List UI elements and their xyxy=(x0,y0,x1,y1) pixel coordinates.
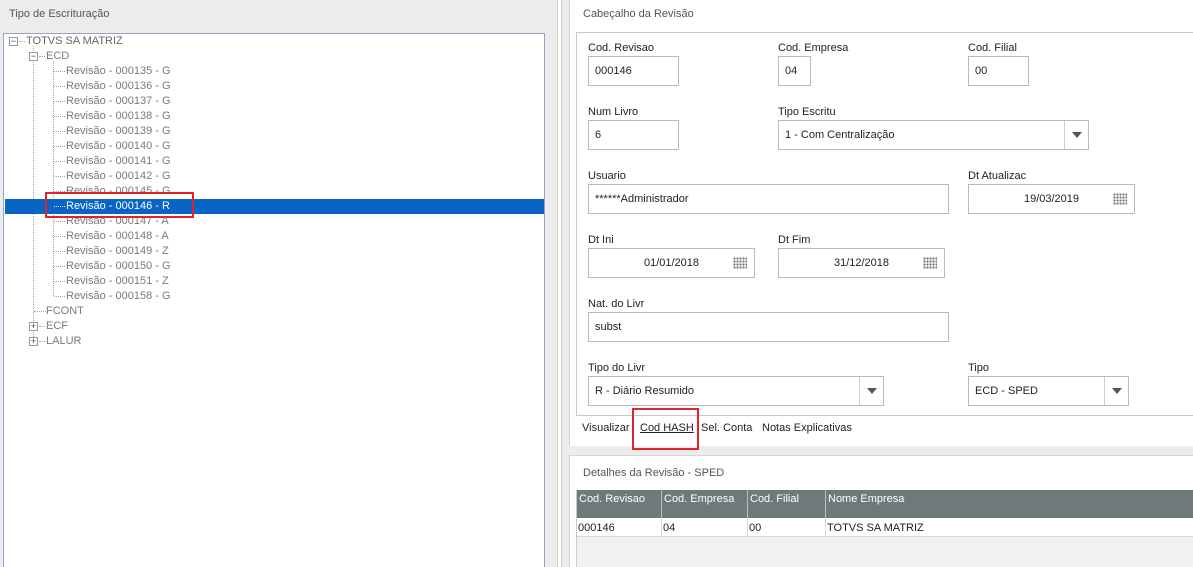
table-cell: 00 xyxy=(748,518,826,537)
tipo-select[interactable]: ECD - SPED xyxy=(968,376,1129,406)
dt-atualizac-value: 19/03/2019 xyxy=(1023,193,1080,205)
calendar-icon[interactable] xyxy=(733,257,747,269)
expand-icon[interactable]: + xyxy=(29,337,38,346)
tree-item-revision[interactable]: Revisão - 000150 - G xyxy=(66,259,171,274)
tipo-escritu-label: Tipo Escritu xyxy=(778,106,836,118)
calendar-icon[interactable] xyxy=(923,257,937,269)
notas-explicativas-link[interactable]: Notas Explicativas xyxy=(762,422,852,434)
collapse-icon[interactable]: − xyxy=(9,37,18,46)
tree-root[interactable]: TOTVS SA MATRIZ xyxy=(26,34,123,49)
calendar-icon[interactable] xyxy=(1113,193,1127,205)
num-livro-label: Num Livro xyxy=(588,106,639,118)
highlight-box xyxy=(45,192,194,218)
cod-empresa-label: Cod. Empresa xyxy=(778,42,849,54)
tree-item-revision[interactable]: Revisão - 000139 - G xyxy=(66,124,171,139)
usuario-field[interactable]: ******Administrador xyxy=(588,184,949,214)
tipo-value: ECD - SPED xyxy=(975,385,1038,397)
tree-item-revision[interactable]: Revisão - 000141 - G xyxy=(66,154,171,169)
tree-item-revision[interactable]: Revisão - 000136 - G xyxy=(66,79,171,94)
tree-item-revision[interactable]: Revisão - 000149 - Z xyxy=(66,244,169,259)
tree-item-revision[interactable]: Revisão - 000142 - G xyxy=(66,169,171,184)
dt-ini-value: 01/01/2018 xyxy=(643,257,700,269)
dt-fim-field[interactable]: 31/12/2018 xyxy=(778,248,945,278)
tree-node-ecf[interactable]: ECF xyxy=(46,319,68,334)
nat-livr-label: Nat. do Livr xyxy=(588,298,645,310)
chevron-down-icon[interactable] xyxy=(859,377,883,405)
column-header[interactable]: Cod. Filial xyxy=(748,490,826,518)
tree-node-ecd[interactable]: ECD xyxy=(46,49,69,64)
details-panel-title: Detalhes da Revisão - SPED xyxy=(583,467,725,479)
usuario-label: Usuario xyxy=(588,170,626,182)
highlight-box xyxy=(632,408,699,450)
tree-item-revision[interactable]: Revisão - 000151 - Z xyxy=(66,274,169,289)
visualizar-link[interactable]: Visualizar xyxy=(582,422,630,434)
tree-node-fcont[interactable]: FCONT xyxy=(46,304,84,319)
chevron-down-icon[interactable] xyxy=(1064,121,1088,149)
collapse-icon[interactable]: − xyxy=(29,52,38,61)
column-header[interactable]: Cod. Empresa xyxy=(662,490,748,518)
column-header[interactable]: Nome Empresa xyxy=(826,490,1193,518)
grid-header: Cod. Revisao Cod. Empresa Cod. Filial No… xyxy=(577,490,1193,518)
table-cell: 000146 xyxy=(577,518,662,537)
chevron-down-icon[interactable] xyxy=(1104,377,1128,405)
tipo-escritu-select[interactable]: 1 - Com Centralização xyxy=(778,120,1089,150)
dt-ini-label: Dt Ini xyxy=(588,234,614,246)
dt-atualizac-field[interactable]: 19/03/2019 xyxy=(968,184,1135,214)
cod-revisao-field[interactable]: 000146 xyxy=(588,56,679,86)
details-grid: Cod. Revisao Cod. Empresa Cod. Filial No… xyxy=(576,490,1193,567)
tree-node-lalur[interactable]: LALUR xyxy=(46,334,81,349)
tree-view[interactable]: − TOTVS SA MATRIZ − ECD FCONT + ECF + LA… xyxy=(3,33,545,567)
tipo-livr-select[interactable]: R - Diário Resumido xyxy=(588,376,884,406)
num-livro-field[interactable]: 6 xyxy=(588,120,679,150)
header-form: Cod. Revisao 000146 Cod. Empresa 04 Cod.… xyxy=(576,32,1193,416)
dt-ini-field[interactable]: 01/01/2018 xyxy=(588,248,755,278)
tree-item-revision[interactable]: Revisão - 000140 - G xyxy=(66,139,171,154)
column-header[interactable]: Cod. Revisao xyxy=(577,490,662,518)
dt-atualizac-label: Dt Atualizac xyxy=(968,170,1027,182)
tree-item-revision[interactable]: Revisão - 000148 - A xyxy=(66,229,169,244)
tree-item-revision[interactable]: Revisão - 000137 - G xyxy=(66,94,171,109)
cod-revisao-label: Cod. Revisao xyxy=(588,42,655,54)
dt-fim-value: 31/12/2018 xyxy=(833,257,890,269)
cod-filial-label: Cod. Filial xyxy=(968,42,1017,54)
expand-icon[interactable]: + xyxy=(29,322,38,331)
tipo-label: Tipo xyxy=(968,362,989,374)
nat-livr-field[interactable]: subst xyxy=(588,312,949,342)
splitter-handle[interactable] xyxy=(557,0,562,567)
tipo-escritu-value: 1 - Com Centralização xyxy=(785,129,895,141)
dt-fim-label: Dt Fim xyxy=(778,234,811,246)
tree-item-revision[interactable]: Revisão - 000158 - G xyxy=(66,289,171,304)
tree-panel-title: Tipo de Escrituração xyxy=(9,8,110,20)
cod-empresa-field[interactable]: 04 xyxy=(778,56,811,86)
sel-conta-link[interactable]: Sel. Conta xyxy=(701,422,752,434)
table-row[interactable]: 000146 04 00 TOTVS SA MATRIZ xyxy=(577,518,1193,537)
header-panel-title: Cabeçalho da Revisão xyxy=(583,8,694,20)
table-cell: 04 xyxy=(662,518,748,537)
tipo-livr-label: Tipo do Livr xyxy=(588,362,646,374)
tree-item-revision[interactable]: Revisão - 000138 - G xyxy=(66,109,171,124)
tipo-livr-value: R - Diário Resumido xyxy=(595,385,695,397)
tree-item-revision[interactable]: Revisão - 000135 - G xyxy=(66,64,171,79)
cod-filial-field[interactable]: 00 xyxy=(968,56,1029,86)
table-cell: TOTVS SA MATRIZ xyxy=(827,522,924,534)
